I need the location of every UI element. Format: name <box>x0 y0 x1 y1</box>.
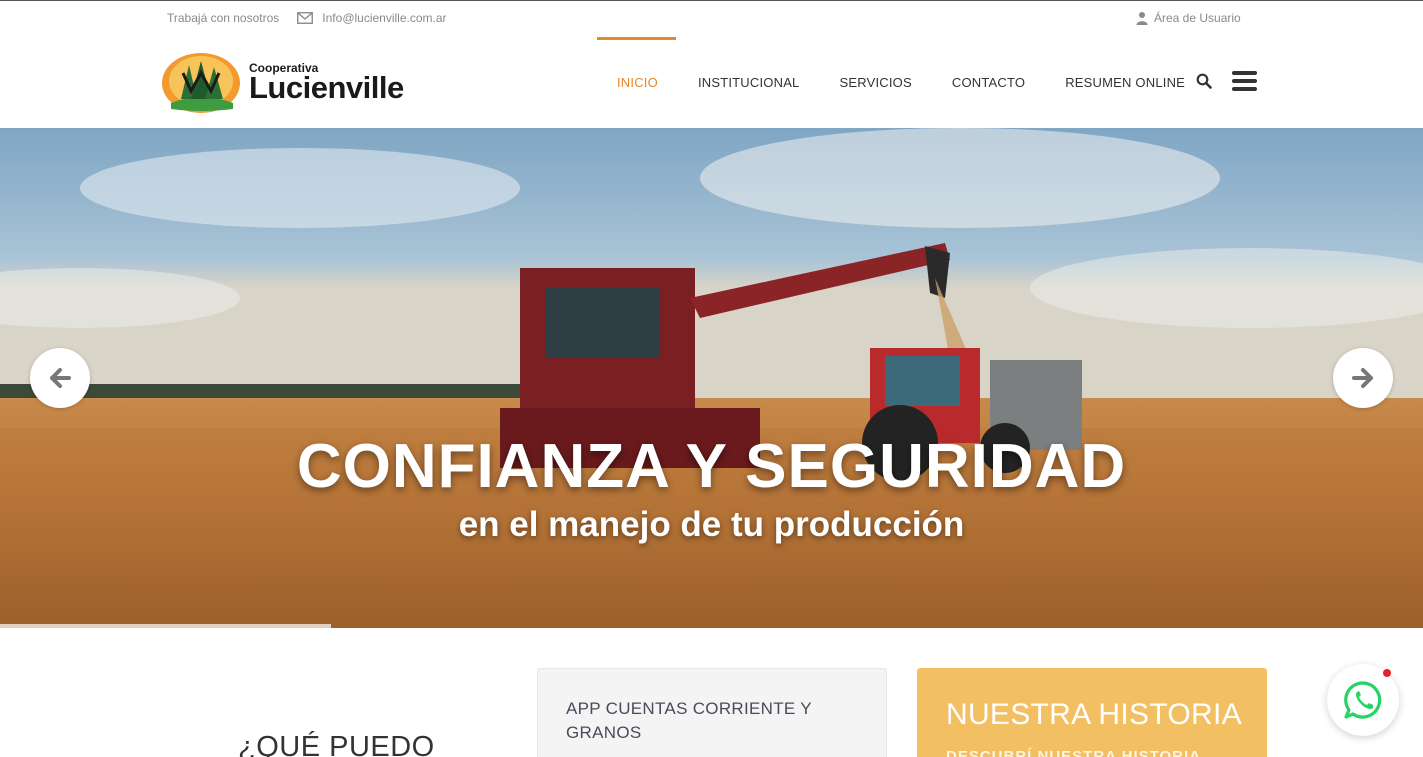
arrow-right-icon <box>1352 368 1373 388</box>
logo-brand-text: Lucienville <box>249 70 404 105</box>
nav-item-inicio[interactable]: INICIO <box>597 37 676 127</box>
slider-prev-button[interactable] <box>30 348 90 408</box>
user-icon <box>1136 12 1148 25</box>
hero-slider: CONFIANZA Y SEGURIDAD en el manejo de tu… <box>0 128 1423 628</box>
nav-item-contacto[interactable]: CONTACTO <box>952 37 1025 127</box>
services-section: ¿QUÉ PUEDO APP CUENTAS CORRIENTE Y GRANO… <box>0 628 1423 757</box>
nav-item-resumen-online[interactable]: RESUMEN ONLINE <box>1065 37 1185 127</box>
whatsapp-icon <box>1344 681 1382 719</box>
user-area-label: Área de Usuario <box>1154 11 1241 25</box>
notification-dot <box>1383 669 1391 677</box>
main-nav: INICIO INSTITUCIONAL SERVICIOS CONTACTO … <box>597 37 1225 127</box>
app-card[interactable]: APP CUENTAS CORRIENTE Y GRANOS <box>537 668 887 757</box>
history-card-title: NUESTRA HISTORIA <box>946 698 1242 731</box>
search-icon[interactable] <box>1196 73 1212 89</box>
hero-background-image <box>0 128 1423 628</box>
page: Trabajá con nosotros Info@lucienville.co… <box>0 0 1423 757</box>
email-link[interactable]: Info@lucienville.com.ar <box>297 11 447 25</box>
arrow-left-icon <box>50 368 71 388</box>
work-with-us-link[interactable]: Trabajá con nosotros <box>167 11 279 25</box>
nav-item-servicios[interactable]: SERVICIOS <box>840 37 912 127</box>
section-heading: ¿QUÉ PUEDO <box>238 731 435 757</box>
slider-next-button[interactable] <box>1333 348 1393 408</box>
hero-subtitle: en el manejo de tu producción <box>458 505 965 544</box>
header-actions <box>1196 71 1257 91</box>
app-card-title: APP CUENTAS CORRIENTE Y GRANOS <box>566 699 812 742</box>
top-bar: Trabajá con nosotros Info@lucienville.co… <box>0 1 1423 37</box>
envelope-icon <box>297 12 314 24</box>
history-card[interactable]: NUESTRA HISTORIA DESCUBRÍ NUESTRA HISTOR… <box>917 668 1267 757</box>
nav-item-institucional[interactable]: INSTITUCIONAL <box>698 37 800 127</box>
logo[interactable]: Cooperativa Lucienville <box>161 51 421 113</box>
hero-title: CONFIANZA Y SEGURIDAD <box>296 432 1127 501</box>
user-area-link[interactable]: Área de Usuario <box>1136 11 1241 25</box>
top-bar-left: Trabajá con nosotros Info@lucienville.co… <box>167 11 447 25</box>
history-card-subtitle: DESCUBRÍ NUESTRA HISTORIA <box>946 748 1202 757</box>
logo-emblem-icon <box>161 51 241 113</box>
main-header: Cooperativa Lucienville INICIO INSTITUCI… <box>0 37 1423 127</box>
email-text: Info@lucienville.com.ar <box>322 11 447 25</box>
hamburger-menu-icon[interactable] <box>1232 71 1257 91</box>
whatsapp-button[interactable] <box>1327 664 1399 736</box>
